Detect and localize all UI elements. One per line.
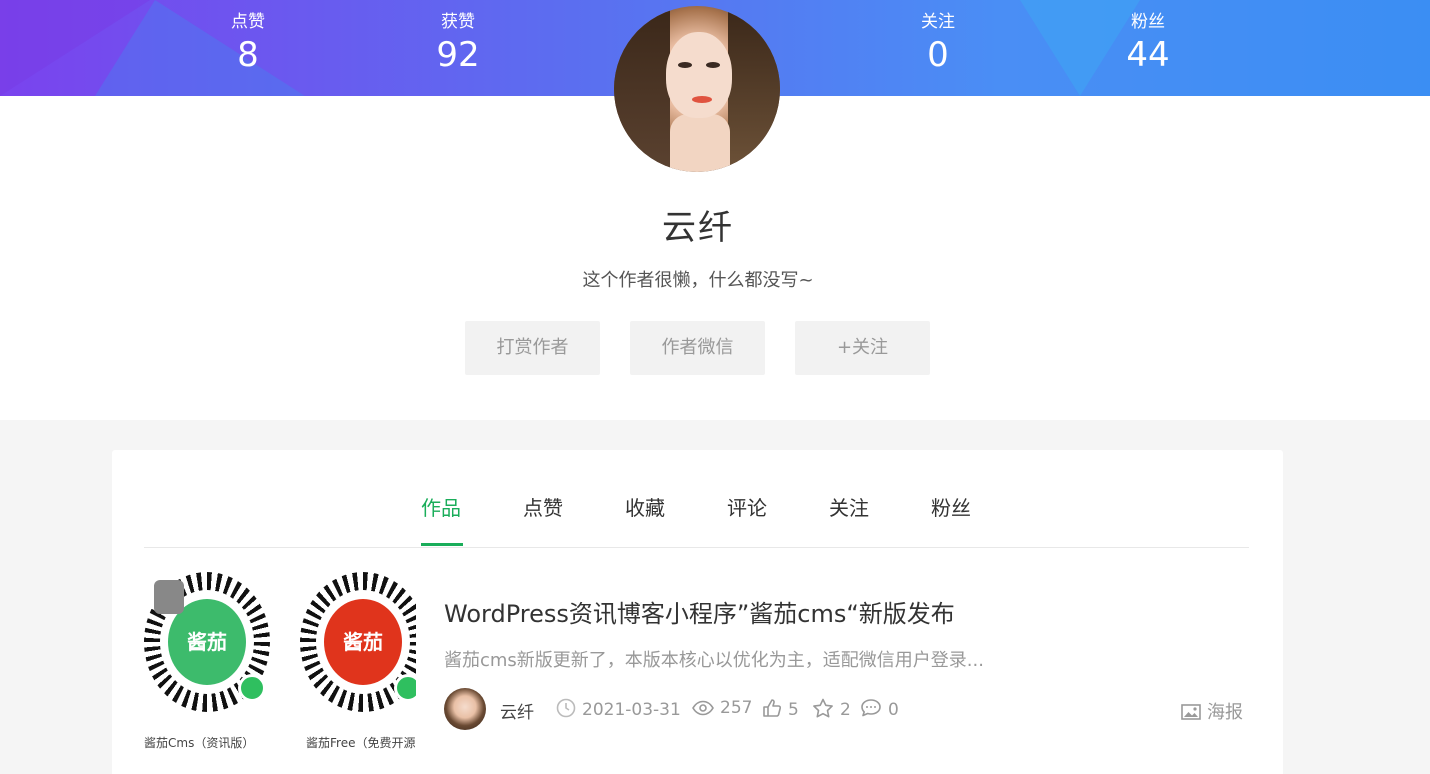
stat-value: 92	[436, 35, 480, 75]
post-views: 257	[692, 698, 752, 721]
author-name: 云纤	[662, 208, 734, 248]
tip-author-button[interactable]: 打赏作者	[465, 321, 600, 375]
post-author-avatar[interactable]	[444, 688, 486, 730]
eye-icon	[692, 700, 714, 721]
active-tab-indicator	[421, 543, 463, 546]
post-author-name[interactable]: 云纤	[500, 698, 534, 723]
tab-works[interactable]: 作品	[421, 492, 461, 521]
post-likes-count: 5	[788, 700, 799, 720]
qr-code-image: 酱茄	[300, 572, 416, 712]
tab-following[interactable]: 关注	[829, 492, 869, 521]
tab-likes[interactable]: 点赞	[523, 492, 563, 521]
thumbs-up-icon	[762, 698, 782, 723]
stat-likes-given[interactable]: 点赞 8	[188, 10, 308, 76]
post-likes[interactable]: 5	[762, 698, 799, 723]
mini-program-icon	[394, 674, 416, 702]
mini-program-icon	[238, 674, 266, 702]
qr-caption: 酱茄Free（免费开源	[306, 736, 416, 750]
tab-favorites[interactable]: 收藏	[625, 492, 665, 521]
post-item[interactable]: 酱茄 酱茄Cms（资讯版） 酱茄 酱茄Free（免费开源 WordPress资讯…	[144, 570, 1249, 770]
stat-label: 粉丝	[1131, 12, 1165, 32]
qr-code-image: 酱茄	[144, 572, 270, 712]
poster-button[interactable]: 海报	[1181, 698, 1243, 725]
content-tabs: 作品 点赞 收藏 评论 关注 粉丝	[144, 450, 1249, 548]
stat-value: 44	[1126, 35, 1170, 75]
post-comments[interactable]: 0	[860, 698, 899, 723]
qr-caption: 酱茄Cms（资讯版）	[144, 736, 255, 750]
post-views-count: 257	[720, 698, 753, 718]
post-date: 2021-03-31	[556, 698, 681, 723]
author-wechat-button[interactable]: 作者微信	[630, 321, 765, 375]
post-meta: 云纤 2021-03-31 257 5 2 0 海报	[444, 688, 1249, 730]
star-icon	[812, 698, 834, 723]
author-avatar	[614, 6, 780, 172]
stat-label: 关注	[921, 12, 955, 32]
stat-value: 0	[927, 35, 949, 75]
stat-followers[interactable]: 粉丝 44	[1088, 10, 1208, 76]
post-favorites-count: 2	[840, 700, 851, 720]
post-excerpt: 酱茄cms新版更新了，本版本核心以优化为主，适配微信用户登录...	[444, 650, 984, 671]
comment-icon	[860, 698, 882, 723]
qr-center-label: 酱茄	[324, 599, 402, 685]
stat-likes-received[interactable]: 获赞 92	[398, 10, 518, 76]
poster-label: 海报	[1207, 702, 1243, 723]
post-favorites[interactable]: 2	[812, 698, 851, 723]
stat-label: 获赞	[441, 12, 475, 32]
image-icon	[1181, 704, 1201, 725]
post-title[interactable]: WordPress资讯博客小程序”酱茄cms“新版发布	[444, 594, 955, 629]
content-card: 作品 点赞 收藏 评论 关注 粉丝 酱茄 酱茄Cms（资讯版） 酱茄 酱茄Fre…	[112, 450, 1283, 774]
stat-label: 点赞	[231, 12, 265, 32]
stat-value: 8	[237, 35, 259, 75]
author-bio: 这个作者很懒，什么都没写~	[582, 270, 814, 291]
tab-followers[interactable]: 粉丝	[931, 492, 971, 521]
stat-following[interactable]: 关注 0	[878, 10, 998, 76]
follow-button[interactable]: +关注	[795, 321, 930, 375]
qr-corner-mark	[154, 580, 184, 614]
post-comments-count: 0	[888, 700, 899, 720]
post-date-text: 2021-03-31	[582, 700, 681, 720]
clock-icon	[556, 698, 576, 723]
tab-comments[interactable]: 评论	[727, 492, 767, 521]
post-thumbnail[interactable]: 酱茄 酱茄Cms（资讯版） 酱茄 酱茄Free（免费开源	[144, 570, 416, 752]
